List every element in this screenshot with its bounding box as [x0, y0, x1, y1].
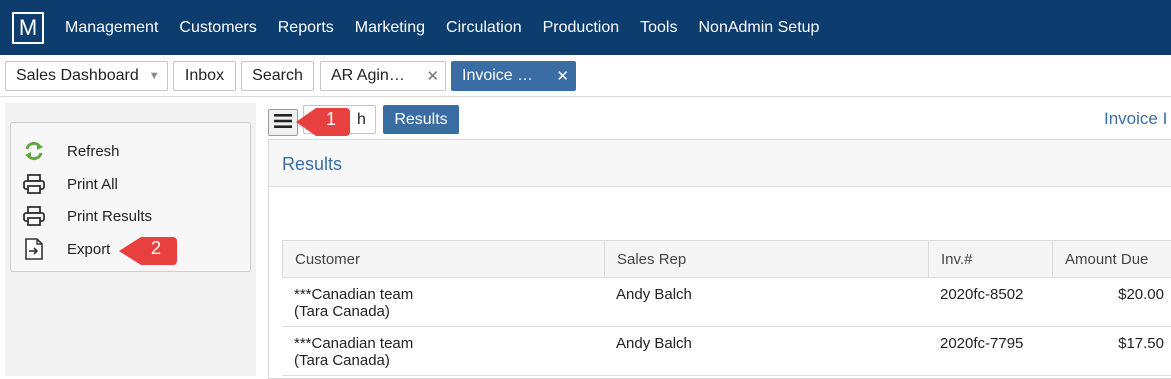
- nav-item-tools[interactable]: Tools: [640, 19, 677, 37]
- customer-name: ***Canadian team: [294, 286, 414, 303]
- tab-label: Invoice …: [462, 67, 534, 84]
- tab-ar-aging[interactable]: AR Agin… ✕: [320, 61, 446, 91]
- cell-customer: ***Canadian team (Tara Canada): [294, 335, 413, 369]
- cell-inv-number: 2020fc-7795: [940, 335, 1024, 352]
- callout-marker-2: 2: [117, 232, 177, 270]
- column-header-amount-due[interactable]: Amount Due: [1053, 241, 1171, 277]
- cell-inv-number: 2020fc-8502: [940, 286, 1024, 303]
- chevron-down-icon[interactable]: ▼: [149, 70, 160, 82]
- customer-name: ***Canadian team: [294, 335, 414, 352]
- printer-icon: [21, 203, 47, 229]
- menu-item-label: Print Results: [67, 207, 153, 225]
- tab-label: Search: [252, 67, 303, 84]
- callout-number: 2: [150, 238, 161, 258]
- hamburger-icon: [274, 113, 292, 132]
- callout-marker-1: 1: [294, 103, 350, 141]
- nav-menu: Management Customers Reports Marketing C…: [54, 19, 829, 37]
- close-icon[interactable]: ✕: [426, 67, 439, 85]
- refresh-icon: [21, 138, 47, 164]
- export-icon: [21, 236, 47, 262]
- tab-inbox[interactable]: Inbox: [173, 61, 236, 91]
- close-icon[interactable]: ✕: [556, 67, 569, 85]
- nav-item-customers[interactable]: Customers: [179, 19, 256, 37]
- nav-item-reports[interactable]: Reports: [278, 19, 334, 37]
- top-nav: M Management Customers Reports Marketing…: [0, 0, 1171, 55]
- column-header-customer[interactable]: Customer: [283, 241, 605, 277]
- cell-sales-rep: Andy Balch: [616, 286, 692, 303]
- callout-number: 1: [325, 109, 336, 129]
- results-panel-header: Results: [269, 140, 1171, 187]
- table-row[interactable]: ***Canadian team (Tara Canada) Andy Balc…: [282, 327, 1171, 376]
- cell-sales-rep: Andy Balch: [616, 335, 692, 352]
- nav-item-nonadmin-setup[interactable]: NonAdmin Setup: [698, 19, 819, 37]
- cell-customer: ***Canadian team (Tara Canada): [294, 286, 413, 320]
- printer-icon: [21, 171, 47, 197]
- menu-item-label: Refresh: [67, 142, 120, 160]
- menu-item-export[interactable]: Export: [21, 235, 110, 263]
- results-button[interactable]: Results: [383, 105, 459, 134]
- customer-contact: (Tara Canada): [294, 303, 390, 320]
- customer-contact: (Tara Canada): [294, 352, 390, 369]
- app-logo[interactable]: M: [12, 11, 44, 44]
- menu-item-print-results[interactable]: Print Results: [21, 202, 152, 230]
- page-title: Invoice I: [1104, 109, 1168, 128]
- table-row[interactable]: ***Canadian team (Tara Canada) Andy Balc…: [282, 278, 1171, 327]
- tab-bar: Sales Dashboard ▼ Inbox Search AR Agin… …: [0, 55, 1171, 97]
- menu-item-refresh[interactable]: Refresh: [21, 137, 120, 165]
- tab-label: AR Agin…: [331, 67, 405, 84]
- nav-item-production[interactable]: Production: [543, 19, 620, 37]
- nav-item-circulation[interactable]: Circulation: [446, 19, 522, 37]
- search-button-label: h: [357, 110, 366, 128]
- nav-item-marketing[interactable]: Marketing: [355, 19, 425, 37]
- table-header: Customer Sales Rep Inv.# Amount Due: [282, 240, 1171, 278]
- tab-label: Inbox: [184, 67, 225, 84]
- tab-search[interactable]: Search: [241, 61, 314, 91]
- results-panel-title: Results: [282, 154, 343, 174]
- cell-amount-due: $20.00: [1118, 286, 1164, 303]
- menu-item-label: Print All: [67, 175, 118, 193]
- nav-item-management[interactable]: Management: [65, 19, 158, 37]
- menu-item-label: Export: [67, 240, 111, 258]
- column-header-inv-number[interactable]: Inv.#: [929, 241, 1053, 277]
- column-header-sales-rep[interactable]: Sales Rep: [605, 241, 929, 277]
- tab-invoice[interactable]: Invoice … ✕: [451, 61, 576, 91]
- cell-amount-due: $17.50: [1118, 335, 1164, 352]
- tab-sales-dashboard[interactable]: Sales Dashboard ▼: [5, 61, 168, 91]
- menu-item-print-all[interactable]: Print All: [21, 170, 118, 198]
- tab-label: Sales Dashboard: [16, 67, 139, 84]
